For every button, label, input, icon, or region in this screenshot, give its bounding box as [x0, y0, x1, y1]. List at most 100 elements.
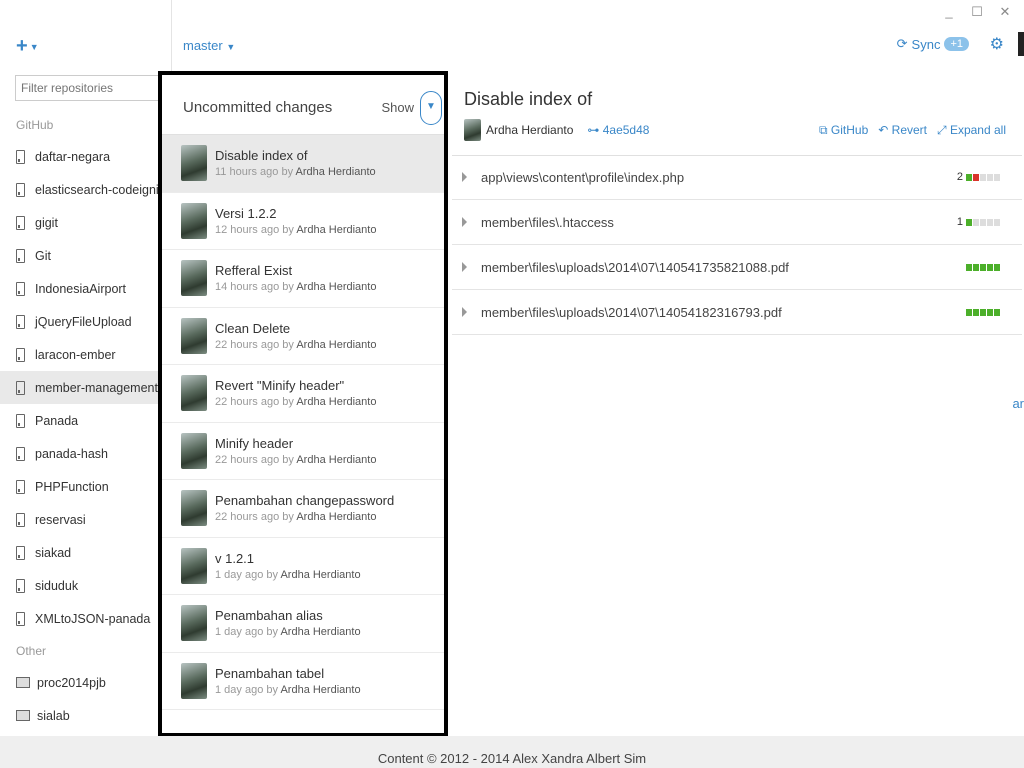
commit-detail: Disable index of Ardha Herdianto ⊶ 4ae5d…	[452, 71, 1022, 737]
repo-name: jQueryFileUpload	[35, 314, 132, 329]
filter-repositories-input[interactable]	[15, 75, 165, 101]
diff-stat-block	[987, 263, 993, 271]
repo-item[interactable]: sialab	[0, 699, 172, 732]
repo-item[interactable]: XMLtoJSON-panada	[0, 602, 172, 635]
external-link-icon: ⧉	[818, 123, 828, 137]
changed-file-row[interactable]: member\files\uploads\2014\07\14054182316…	[452, 290, 1022, 335]
avatar	[181, 547, 207, 584]
repo-item[interactable]: laracon-ember	[0, 338, 172, 371]
commit-item[interactable]: Clean Delete 22 hours ago by Ardha Herdia…	[162, 308, 444, 365]
repo-item[interactable]: reservasi	[0, 503, 172, 536]
commit-item[interactable]: Versi 1.2.2 12 hours ago by Ardha Herdian…	[162, 193, 444, 250]
commit-title: Minify header	[215, 435, 294, 451]
repo-item[interactable]: PHPFunction	[0, 470, 172, 503]
repo-icon	[16, 248, 25, 263]
repo-item[interactable]: Panada	[0, 404, 172, 437]
add-repository-button[interactable]: + ▼	[16, 35, 39, 58]
repo-item[interactable]: Git	[0, 239, 172, 272]
chevron-down-icon[interactable]: ▼	[420, 91, 442, 125]
expand-triangle-icon[interactable]	[462, 217, 467, 227]
github-repo-list: daftar-negara elasticsearch-codeigniter-l…	[0, 140, 172, 635]
diff-count: 2	[956, 171, 963, 183]
commit-actions: ⧉ GitHub ↶ Revert ⤢ Expand all	[819, 123, 1006, 138]
commit-sha[interactable]: ⊶ 4ae5d48	[587, 123, 649, 137]
commit-time: 1 day ago by	[215, 626, 278, 639]
diff-stat-block	[987, 218, 993, 226]
avatar	[181, 145, 207, 182]
commit-item[interactable]: Disable index of 11 hours ago by Ardha He…	[162, 135, 444, 193]
commit-time: 1 day ago by	[215, 568, 278, 581]
changed-files-list: app\views\content\profile\index.php 2 memb…	[452, 155, 1022, 335]
commit-time: 22 hours ago by	[215, 453, 294, 466]
diff-stat-block	[966, 263, 972, 271]
expand-triangle-icon[interactable]	[462, 262, 467, 272]
repo-item[interactable]: member-management	[0, 371, 172, 404]
avatar	[181, 317, 207, 354]
commit-item[interactable]: Penambahan tabel 1 day ago by Ardha Herdi…	[162, 653, 444, 710]
close-button[interactable]: ✕	[998, 4, 1012, 20]
repo-item[interactable]: daftar-negara	[0, 140, 172, 173]
github-section-label: GitHub	[16, 118, 54, 132]
minimize-button[interactable]: _	[942, 4, 956, 20]
commit-title: Penambahan changepassword	[215, 493, 395, 509]
sync-button[interactable]: ⟳ Sync +1	[897, 36, 969, 52]
repo-name: gigit	[35, 215, 58, 230]
changed-file-row[interactable]: member\files\uploads\2014\07\14054173582…	[452, 245, 1022, 290]
show-changes-button[interactable]: Show	[381, 100, 414, 115]
commit-time: 22 hours ago by	[215, 338, 294, 351]
expand-all-button[interactable]: ⤢ Expand all	[937, 123, 1006, 138]
diff-stat-block	[987, 308, 993, 316]
commit-time: 22 hours ago by	[215, 511, 294, 524]
commit-title: Clean Delete	[215, 320, 291, 336]
commit-author: Ardha Herdianto	[296, 281, 377, 294]
diff-stat-block	[980, 218, 986, 226]
commit-item[interactable]: Revert "Minify header" 22 hours ago by Ar…	[162, 365, 444, 423]
repo-item[interactable]: panada-hash	[0, 437, 172, 470]
commit-title: v 1.2.1	[215, 550, 255, 566]
diff-stat-block	[973, 218, 979, 226]
changed-file-row[interactable]: member\files\.htaccess 1	[452, 200, 1022, 245]
commit-item[interactable]: Refferal Exist 14 hours ago by Ardha Herd…	[162, 250, 444, 308]
repo-name: daftar-negara	[35, 149, 111, 164]
repo-item[interactable]: jQueryFileUpload	[0, 305, 172, 338]
repo-item[interactable]: gigit	[0, 206, 172, 239]
diff-stat-block	[973, 308, 979, 316]
avatar	[181, 662, 207, 699]
repo-icon	[16, 215, 25, 230]
commit-item[interactable]: Penambahan alias 1 day ago by Ardha Herdi…	[162, 595, 444, 653]
uncommitted-changes-header[interactable]: Uncommitted changes Show ▼	[162, 75, 444, 135]
commit-author: Ardha Herdianto	[296, 223, 377, 236]
branch-selector[interactable]: master ▼	[183, 38, 235, 53]
repo-item[interactable]: proc2014pjb	[0, 666, 172, 699]
repo-item[interactable]: siduduk	[0, 569, 172, 602]
changed-file-row[interactable]: app\views\content\profile\index.php 2	[452, 155, 1022, 200]
commit-time: 12 hours ago by	[215, 223, 294, 236]
diff-stat-bar	[963, 308, 1000, 316]
repo-name: panada-hash	[35, 446, 108, 461]
sync-badge: +1	[944, 37, 969, 51]
maximize-button[interactable]: ☐	[970, 4, 984, 20]
github-button[interactable]: ⧉ GitHub	[819, 123, 868, 138]
repo-name: siakad	[35, 545, 72, 560]
avatar	[181, 490, 207, 527]
commit-time: 14 hours ago by	[215, 281, 294, 294]
footer-credit: Content © 2012 - 2014 Alex Xandra Albert…	[0, 736, 1024, 768]
repo-item[interactable]: elasticsearch-codeigniter-lib	[0, 173, 172, 206]
commit-item[interactable]: Penambahan changepassword 22 hours ago by…	[162, 480, 444, 538]
commit-item[interactable]: Minify header 22 hours ago by Ardha Herdi…	[162, 423, 444, 480]
repo-item[interactable]: IndonesiaAirport	[0, 272, 172, 305]
gear-icon[interactable]: ⚙	[990, 34, 1004, 54]
diff-stat-block	[994, 218, 1000, 226]
repo-icon	[16, 149, 25, 164]
commit-icon: ⊶	[587, 123, 600, 137]
repo-name: siduduk	[35, 578, 79, 593]
commit-item[interactable]: v 1.2.1 1 day ago by Ardha Herdianto	[162, 538, 444, 595]
history-panel: Uncommitted changes Show ▼ Disable index…	[158, 71, 448, 737]
file-path: member\files\uploads\2014\07\14054173582…	[481, 259, 789, 275]
repo-icon	[16, 380, 25, 395]
repo-item[interactable]: siakad	[0, 536, 172, 569]
expand-triangle-icon[interactable]	[462, 307, 467, 317]
expand-triangle-icon[interactable]	[462, 172, 467, 182]
revert-button[interactable]: ↶ Revert	[878, 123, 927, 138]
commit-author: Ardha Herdianto	[486, 123, 574, 137]
